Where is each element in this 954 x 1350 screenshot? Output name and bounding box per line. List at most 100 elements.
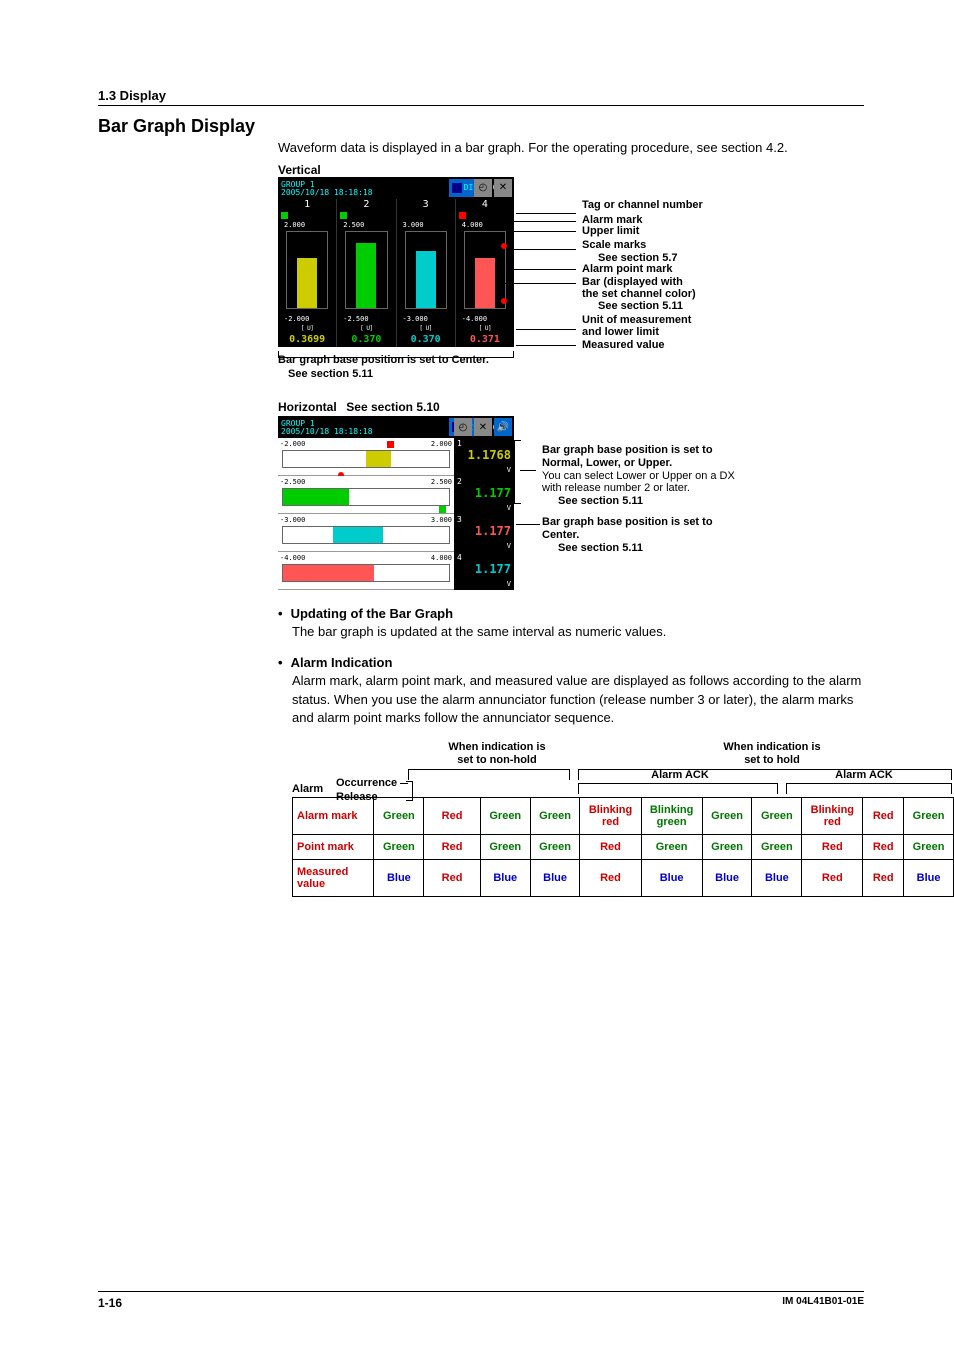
- lower-limit: -2.500: [343, 315, 368, 323]
- bar-right-pane: 2 1.177 V: [454, 476, 514, 514]
- bullet-alarm-body: Alarm mark, alarm point mark, and measur…: [292, 672, 864, 727]
- bar-left-pane: -4.000 4.000: [278, 552, 454, 590]
- figure-horizontal: Horizontal See section 5.10 GROUP 1 2005…: [278, 399, 864, 592]
- lower-limit: -3.000: [280, 516, 305, 524]
- bullet-alarm: •Alarm Indication: [278, 655, 864, 670]
- sound-icon[interactable]: 🔊: [494, 418, 512, 436]
- unit-label: V: [507, 542, 511, 550]
- page-footer: 1-16 IM 04L41B01-01E: [98, 1291, 864, 1310]
- table-cell: Blue: [752, 859, 802, 896]
- occurrence-label: Occurrence: [336, 777, 397, 790]
- callout-normal-2: Normal, Lower, or Upper.: [542, 457, 672, 469]
- bracket-ack-1: [578, 783, 778, 794]
- callout-alarm-point: Alarm point mark: [582, 263, 672, 275]
- expand-icon[interactable]: ✕: [494, 179, 512, 197]
- callout-measured: Measured value: [582, 339, 665, 351]
- callout-bar-ref: See section 5.11: [598, 300, 683, 312]
- history-icon[interactable]: ◴: [474, 179, 492, 197]
- rel-line: [382, 797, 408, 798]
- lower-limit: -4.000: [462, 315, 487, 323]
- upper-limit: 3.000: [431, 516, 452, 524]
- bar-frame: [345, 231, 387, 309]
- bar-frame: [282, 564, 450, 582]
- timestamp-h: 2005/10/18 18:18:18: [278, 428, 376, 436]
- bracket-ack-2: [786, 783, 952, 794]
- table-cell: Red: [863, 859, 904, 896]
- channel-number: 1: [457, 439, 462, 448]
- table-cell: Green: [530, 797, 580, 834]
- figure-vertical-label: Vertical: [278, 163, 864, 177]
- alarm-point-icon: [501, 298, 507, 304]
- bar-row: -4.000 4.000 4 1.177 V: [278, 552, 514, 590]
- upper-limit: 2.500: [343, 221, 364, 229]
- bar-fill: [333, 527, 383, 543]
- measured-value: 0.371: [456, 334, 514, 345]
- screenshot-vertical: GROUP 1 2005/10/18 18:18:18 DISP 30min ◴…: [278, 177, 514, 347]
- lower-limit: -2.000: [284, 315, 309, 323]
- alarm-label: Alarm: [292, 783, 323, 796]
- table-cell: Green: [641, 834, 702, 859]
- table-cell: Green: [530, 834, 580, 859]
- measured-value: 0.370: [397, 334, 455, 345]
- upper-limit: 2.000: [431, 440, 452, 448]
- bar-frame: [405, 231, 447, 309]
- alarm-header-nonhold: When indication is set to non-hold: [432, 741, 562, 766]
- unit-label: V: [507, 466, 511, 474]
- bar-row: -3.000 3.000 3 1.177 V: [278, 514, 514, 552]
- unit-label: [ U]: [341, 325, 391, 332]
- figure-horizontal-ref: See section 5.10: [346, 400, 439, 414]
- table-cell: Red: [424, 859, 481, 896]
- table-cell: Blue: [641, 859, 702, 896]
- table-cell: Red: [863, 834, 904, 859]
- bracket-nonhold: [408, 769, 570, 780]
- expand-icon-h[interactable]: ✕: [474, 418, 492, 436]
- alarm-header-hold: When indication is set to hold: [672, 741, 872, 766]
- callout-upper-limit: Upper limit: [582, 225, 639, 237]
- channel-number: 3: [397, 199, 455, 211]
- bullet-alarm-title: Alarm Indication: [291, 655, 393, 670]
- table-cell: Red: [580, 859, 641, 896]
- breadcrumb: 1.3 Display: [98, 88, 864, 103]
- alarm-mark-icon: [387, 441, 394, 448]
- lower-limit: -2.500: [280, 478, 305, 486]
- bar-left-pane: -3.000 3.000: [278, 514, 454, 552]
- figure-vertical: Vertical GROUP 1 2005/10/18 18:18:18 DIS…: [278, 163, 864, 382]
- callout-center-ref: See section 5.11: [558, 542, 643, 554]
- unit-label: V: [507, 580, 511, 588]
- bullet-updating: •Updating of the Bar Graph: [278, 606, 864, 621]
- table-cell: Green: [480, 834, 530, 859]
- upper-limit: 2.000: [284, 221, 305, 229]
- measured-value: 0.3699: [278, 334, 336, 345]
- bar-fill: [356, 243, 376, 308]
- measured-value: 1.177: [454, 486, 511, 500]
- alarm-mark-icon: [340, 212, 347, 219]
- table-cell: Blue: [374, 859, 424, 896]
- brace-vertical-1: [514, 440, 521, 504]
- table-cell: Green: [702, 797, 752, 834]
- bar-frame: [282, 488, 450, 506]
- history-icon-h[interactable]: ◴: [454, 418, 472, 436]
- bar-right-pane: 3 1.177 V: [454, 514, 514, 552]
- table-cell: Green: [374, 834, 424, 859]
- unit-label: [ U]: [282, 325, 332, 332]
- unit-label: [ U]: [460, 325, 510, 332]
- callout-center-2: Center.: [542, 529, 579, 541]
- bar-frame: [282, 450, 450, 468]
- callout-normal-4: with release number 2 or later.: [542, 482, 690, 494]
- callout-normal-3: You can select Lower or Upper on a DX: [542, 470, 735, 482]
- section-title: Bar Graph Display: [98, 116, 864, 137]
- channel-number: 2: [337, 199, 395, 211]
- rule-top: [98, 105, 864, 106]
- upper-limit: 4.000: [431, 554, 452, 562]
- table-row: Measured valueBlueRedBlueBlueRedBlueBlue…: [293, 859, 954, 896]
- callout-scale-marks: Scale marks: [582, 239, 646, 251]
- table-row: Point markGreenRedGreenGreenRedGreenGree…: [293, 834, 954, 859]
- lower-limit: -3.000: [403, 315, 428, 323]
- caption-line-2: See section 5.11: [288, 367, 864, 381]
- bar-channel: 2 2.500 -2.500 [ U] 0.370: [337, 199, 396, 347]
- table-cell: Green: [752, 834, 802, 859]
- channel-number: 4: [457, 553, 462, 562]
- row-label: Point mark: [293, 834, 374, 859]
- alarm-mark-icon: [459, 212, 466, 219]
- table-cell: Green: [904, 797, 954, 834]
